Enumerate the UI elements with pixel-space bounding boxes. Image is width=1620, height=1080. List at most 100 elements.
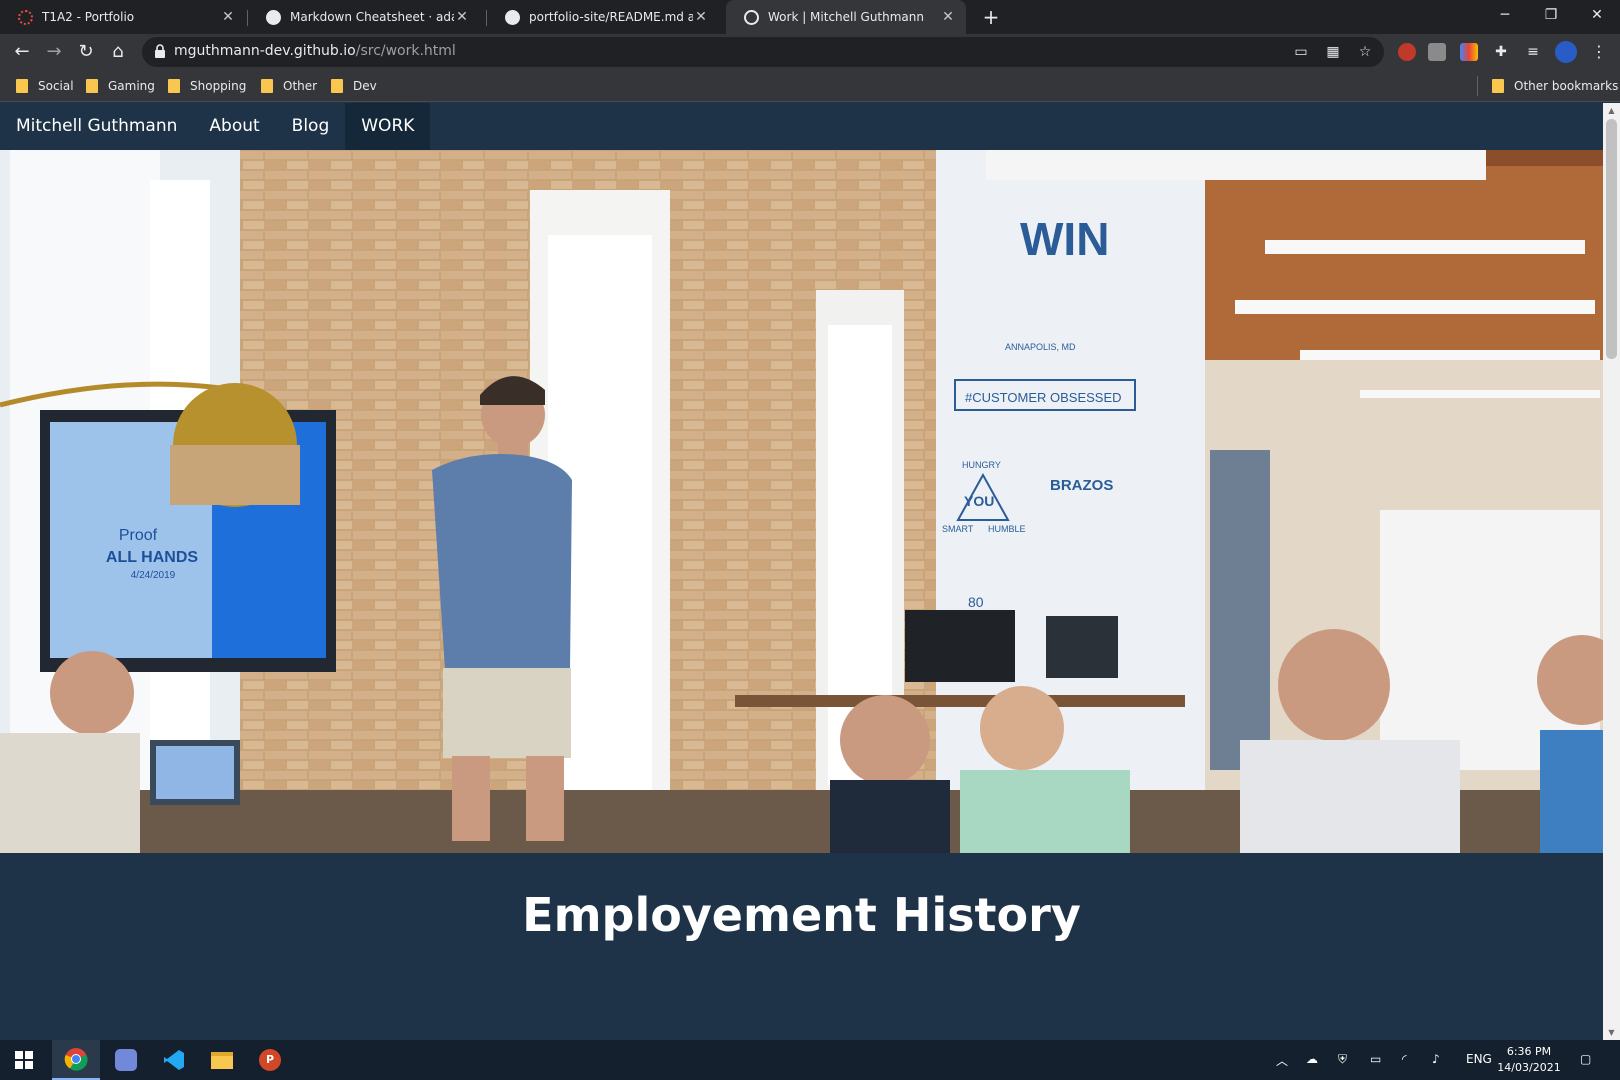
chevron-up-icon[interactable]: ︿ <box>1276 1052 1288 1069</box>
clock-date: 14/03/2021 <box>1497 1061 1561 1074</box>
mural-you-text: YOU <box>964 493 994 509</box>
reading-list-icon[interactable]: ≡ <box>1524 43 1542 61</box>
reload-button[interactable]: ↻ <box>72 38 100 66</box>
start-button[interactable] <box>0 1040 48 1080</box>
color-picker-icon[interactable] <box>1460 43 1478 61</box>
browser-toolbar: ← → ↻ ⌂ mguthmann-dev.github.io/src/work… <box>0 34 1620 70</box>
mural-brazos-text: BRAZOS <box>1050 477 1113 494</box>
ublock-icon[interactable] <box>1398 43 1416 61</box>
mural-humble-text: HUMBLE <box>988 524 1026 534</box>
loading-icon <box>18 9 33 25</box>
onedrive-icon[interactable]: ☁ <box>1306 1052 1318 1066</box>
bookmark-gaming[interactable]: Gaming <box>86 78 155 94</box>
discord-icon <box>115 1049 137 1071</box>
powerpoint-icon: P <box>259 1049 281 1071</box>
avatar[interactable] <box>1555 41 1577 63</box>
lock-icon <box>155 44 165 58</box>
slide-date: 4/24/2019 <box>131 570 176 581</box>
mural-hungry-text: HUNGRY <box>962 460 1001 470</box>
scroll-thumb[interactable] <box>1606 119 1617 359</box>
folder-icon <box>168 79 180 93</box>
menu-icon[interactable]: ⋮ <box>1590 43 1608 61</box>
close-window-button[interactable]: ✕ <box>1574 0 1620 30</box>
volume-icon[interactable]: ♪ <box>1432 1052 1440 1066</box>
bookmarks-bar: Social Gaming Shopping Other Dev Other b… <box>0 70 1620 102</box>
folder-icon <box>261 79 273 93</box>
bookmark-shopping[interactable]: Shopping <box>168 78 246 94</box>
github-icon <box>505 9 520 25</box>
nav-about[interactable]: About <box>193 103 275 150</box>
windows-taskbar: P ︿ ☁ ⛨ ▭ ◜ ♪ ENG 6:36 PM 14/03/2021 ▢ <box>0 1040 1620 1080</box>
back-button[interactable]: ← <box>8 38 36 66</box>
taskbar-vscode[interactable] <box>150 1040 198 1080</box>
language-indicator[interactable]: ENG <box>1466 1052 1492 1066</box>
extension-icon[interactable] <box>1428 43 1446 61</box>
mural-mug-text: 80 <box>968 594 984 610</box>
bookmark-other[interactable]: Other <box>261 78 317 94</box>
slide-title-line1: Proof <box>119 527 158 544</box>
bookmark-dev[interactable]: Dev <box>331 78 377 94</box>
star-icon[interactable]: ☆ <box>1356 43 1374 61</box>
restore-button[interactable]: ❐ <box>1528 0 1574 30</box>
taskbar-file-explorer[interactable] <box>198 1040 246 1080</box>
address-bar[interactable]: mguthmann-dev.github.io/src/work.html ▭ … <box>142 37 1384 67</box>
puzzle-icon[interactable]: ✚ <box>1492 43 1510 61</box>
tab-markdown-cheatsheet[interactable]: Markdown Cheatsheet · adam-p/ ✕ <box>248 0 480 34</box>
bookmarks-divider <box>1477 76 1478 96</box>
new-tab-button[interactable]: + <box>978 4 1004 30</box>
scroll-up-arrow[interactable]: ▲ <box>1603 103 1620 118</box>
folder-icon <box>16 79 28 93</box>
taskbar-discord[interactable] <box>102 1040 150 1080</box>
employment-section: Employement History <box>0 853 1603 1040</box>
url-text: mguthmann-dev.github.io/src/work.html <box>174 43 456 59</box>
close-icon[interactable]: ✕ <box>940 9 956 25</box>
close-icon[interactable]: ✕ <box>693 9 709 25</box>
page-scrollbar[interactable]: ▲ ▼ <box>1603 103 1620 1040</box>
url-path: /src/work.html <box>355 43 456 59</box>
minimize-button[interactable]: ─ <box>1482 0 1528 30</box>
taskbar-clock[interactable]: 6:36 PM 14/03/2021 <box>1494 1044 1564 1076</box>
mural-banner-text: #CUSTOMER OBSESSED <box>965 390 1122 405</box>
chrome-icon <box>64 1048 88 1071</box>
folder-icon <box>1492 79 1504 93</box>
other-bookmarks[interactable]: Other bookmarks <box>1492 78 1618 94</box>
slide-title-line2: ALL HANDS <box>106 549 198 566</box>
mural-smart-text: SMART <box>942 524 974 534</box>
folder-icon <box>331 79 343 93</box>
scroll-down-arrow[interactable]: ▼ <box>1603 1025 1620 1040</box>
nav-work[interactable]: WORK <box>345 103 431 150</box>
windows-icon <box>15 1051 33 1069</box>
section-title: Employement History <box>522 888 1081 942</box>
notifications-icon[interactable]: ▢ <box>1580 1052 1591 1066</box>
nav-blog[interactable]: Blog <box>276 103 346 150</box>
folder-icon <box>211 1051 233 1069</box>
folder-icon <box>86 79 98 93</box>
mural-win-text: WIN <box>1020 213 1109 265</box>
tab-readme[interactable]: portfolio-site/README.md at ma ✕ <box>487 0 719 34</box>
close-icon[interactable]: ✕ <box>220 9 236 25</box>
close-icon[interactable]: ✕ <box>454 9 470 25</box>
github-icon <box>266 9 281 25</box>
taskbar-chrome[interactable] <box>52 1040 100 1080</box>
home-button[interactable]: ⌂ <box>104 38 132 66</box>
globe-icon <box>744 9 759 25</box>
qr-code-icon[interactable]: ▦ <box>1324 43 1342 61</box>
vscode-icon <box>164 1050 184 1070</box>
hero-image: WIN ANNAPOLIS, MD #CUSTOMER OBSESSED HUN… <box>0 150 1603 853</box>
mural-city-text: ANNAPOLIS, MD <box>1005 342 1076 352</box>
url-host: mguthmann-dev.github.io <box>174 43 356 59</box>
tab-t1a2-portfolio[interactable]: T1A2 - Portfolio ✕ <box>0 0 246 34</box>
brand-link[interactable]: Mitchell Guthmann <box>0 103 193 150</box>
battery-icon[interactable]: ▭ <box>1370 1052 1381 1066</box>
bookmark-social[interactable]: Social <box>16 78 74 94</box>
site-navbar: Mitchell Guthmann About Blog WORK <box>0 103 1603 150</box>
forward-button[interactable]: → <box>40 38 68 66</box>
office-presentation-photo: WIN ANNAPOLIS, MD #CUSTOMER OBSESSED HUN… <box>0 150 1603 853</box>
taskbar-powerpoint[interactable]: P <box>246 1040 294 1080</box>
tab-work[interactable]: Work | Mitchell Guthmann ✕ <box>726 0 966 34</box>
clock-time: 6:36 PM <box>1506 1045 1552 1058</box>
defender-icon[interactable]: ⛨ <box>1338 1052 1347 1067</box>
wifi-icon[interactable]: ◜ <box>1402 1052 1407 1066</box>
cast-icon[interactable]: ▭ <box>1292 43 1310 61</box>
browser-tab-strip: T1A2 - Portfolio ✕ Markdown Cheatsheet ·… <box>0 0 1620 34</box>
